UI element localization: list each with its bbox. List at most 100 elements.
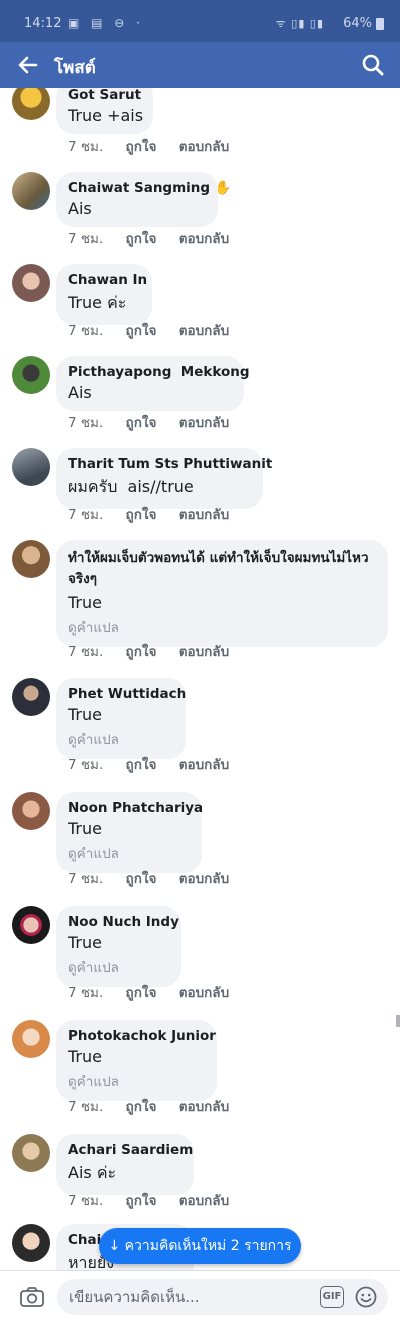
like-button[interactable]: ถูกใจ	[126, 1099, 157, 1115]
scrollbar-thumb[interactable]	[396, 1015, 400, 1027]
wave-hand-icon: ✋	[214, 180, 232, 196]
see-translation-link[interactable]: ดูคำแปล	[68, 842, 190, 864]
comment-bubble[interactable]: ทำให้ผมเจ็บตัวพอทนได้ แต่ทำให้เจ็บใจผมทน…	[56, 540, 388, 647]
reply-button[interactable]: ตอบกลับ	[179, 415, 229, 431]
comment-author[interactable]: Phet Wuttidach	[68, 686, 186, 702]
avatar[interactable]	[12, 540, 50, 578]
like-button[interactable]: ถูกใจ	[126, 985, 157, 1001]
comment-author[interactable]: Tharit Tum Sts Phuttiwanit	[68, 456, 272, 472]
reply-button[interactable]: ตอบกลับ	[179, 231, 229, 247]
see-translation-link[interactable]: ดูคำแปล	[68, 616, 376, 638]
avatar[interactable]	[12, 1224, 50, 1262]
comment-meta: 7 ชม. ถูกใจ ตอบกลับ	[68, 1189, 247, 1211]
like-button[interactable]: ถูกใจ	[126, 507, 157, 523]
comment-meta: 7 ชม. ถูกใจ ตอบกลับ	[68, 319, 247, 341]
like-button[interactable]: ถูกใจ	[126, 644, 157, 660]
comment-time: 7 ชม.	[68, 507, 104, 523]
comment-bubble[interactable]: Chaiwat Sangming ✋ Ais	[56, 172, 232, 227]
comment-time: 7 ชม.	[68, 231, 104, 247]
comment-author[interactable]: Achari Saardiem	[68, 1142, 193, 1158]
like-button[interactable]: ถูกใจ	[126, 415, 157, 431]
avatar[interactable]	[12, 356, 50, 394]
comment-bubble[interactable]: Achari Saardiem Ais ค่ะ	[56, 1134, 194, 1195]
battery-percent: 64%	[343, 16, 372, 31]
reply-button[interactable]: ตอบกลับ	[179, 871, 229, 887]
avatar[interactable]	[12, 448, 50, 486]
status-bar: 14:12 ▣ ▤ ⊖ · ᯤ ▯▮ ▯▮ 64%	[0, 0, 400, 42]
comment-author[interactable]: ทำให้ผมเจ็บตัวพอทนได้ แต่ทำให้เจ็บใจผมทน…	[68, 548, 376, 590]
page-title: โพสต์	[54, 58, 96, 78]
reply-button[interactable]: ตอบกลับ	[179, 507, 229, 523]
gif-button[interactable]: GIF	[320, 1286, 344, 1308]
camera-icon[interactable]	[20, 1287, 44, 1307]
comment-bubble[interactable]: Noon Phatchariya True ดูคำแปล	[56, 792, 203, 873]
avatar[interactable]	[12, 88, 50, 120]
comment-text: True	[68, 933, 102, 952]
like-button[interactable]: ถูกใจ	[126, 139, 157, 155]
comment-meta: 7 ชม. ถูกใจ ตอบกลับ	[68, 640, 247, 662]
back-arrow-icon[interactable]	[18, 55, 38, 75]
status-time: 14:12	[24, 16, 62, 31]
comment-bubble[interactable]: Tharit Tum Sts Phuttiwanit ผมครับ ais//t…	[56, 448, 272, 509]
avatar[interactable]	[12, 906, 50, 944]
like-button[interactable]: ถูกใจ	[126, 231, 157, 247]
comment-time: 7 ชม.	[68, 757, 104, 773]
notification-icons: ▣ ▤ ⊖ ·	[68, 16, 144, 30]
comment-author[interactable]: Photokachok Junior	[68, 1028, 216, 1044]
comment-bubble[interactable]: Noo Nuch Indy True ดูคำแปล	[56, 906, 181, 987]
avatar[interactable]	[12, 172, 50, 210]
emoji-icon[interactable]	[355, 1286, 377, 1308]
signal-icons: ᯤ ▯▮ ▯▮	[275, 17, 324, 30]
comment-text: Ais	[68, 199, 92, 218]
reply-button[interactable]: ตอบกลับ	[179, 139, 229, 155]
comment-meta: 7 ชม. ถูกใจ ตอบกลับ	[68, 867, 247, 889]
comment-author[interactable]: Got Sarut	[68, 88, 141, 103]
comment-input[interactable]	[69, 1286, 309, 1308]
comment-meta: 7 ชม. ถูกใจ ตอบกลับ	[68, 503, 247, 525]
comment-author[interactable]: Noo Nuch Indy	[68, 914, 179, 930]
reply-button[interactable]: ตอบกลับ	[179, 985, 229, 1001]
comment-bubble[interactable]: Picthayapong Mekkong Ais	[56, 356, 250, 411]
avatar[interactable]	[12, 1134, 50, 1172]
comment-author[interactable]: Chaiwat Sangming ✋	[68, 180, 232, 196]
comment-bubble[interactable]: Got Sarut True +ais	[56, 88, 153, 134]
reply-button[interactable]: ตอบกลับ	[179, 757, 229, 773]
comment-time: 7 ชม.	[68, 1193, 104, 1209]
reply-button[interactable]: ตอบกลับ	[179, 644, 229, 660]
reply-button[interactable]: ตอบกลับ	[179, 1099, 229, 1115]
reply-button[interactable]: ตอบกลับ	[179, 323, 229, 339]
avatar[interactable]	[12, 678, 50, 716]
see-translation-link[interactable]: ดูคำแปล	[68, 956, 169, 978]
like-button[interactable]: ถูกใจ	[126, 1193, 157, 1209]
comment-input-box[interactable]: GIF	[57, 1279, 388, 1315]
avatar[interactable]	[12, 264, 50, 302]
comment-meta: 7 ชม. ถูกใจ ตอบกลับ	[68, 1095, 247, 1117]
comment-author[interactable]: Noon Phatchariya	[68, 800, 203, 816]
like-button[interactable]: ถูกใจ	[126, 323, 157, 339]
reply-button[interactable]: ตอบกลับ	[179, 1193, 229, 1209]
battery-icon	[376, 18, 384, 30]
comment-meta: 7 ชม. ถูกใจ ตอบกลับ	[68, 135, 247, 157]
comment-author[interactable]: Picthayapong Mekkong	[68, 364, 250, 380]
comment-author[interactable]: Chawan In	[68, 272, 147, 288]
see-translation-link[interactable]: ดูคำแปล	[68, 728, 174, 750]
comment-text: True	[68, 819, 102, 838]
comment-meta: 7 ชม. ถูกใจ ตอบกลับ	[68, 227, 247, 249]
comment-text: True	[68, 1047, 102, 1066]
comment-author-name[interactable]: Chaiwat Sangming	[68, 180, 210, 196]
like-button[interactable]: ถูกใจ	[126, 871, 157, 887]
avatar[interactable]	[12, 792, 50, 830]
new-comments-button[interactable]: ↓ ความคิดเห็นใหม่ 2 รายการ	[99, 1228, 301, 1264]
comment-meta: 7 ชม. ถูกใจ ตอบกลับ	[68, 411, 247, 433]
comment-time: 7 ชม.	[68, 139, 104, 155]
comment-time: 7 ชม.	[68, 1099, 104, 1115]
comments-list[interactable]: Got Sarut True +ais 7 ชม. ถูกใจ ตอบกลับ …	[0, 88, 400, 1270]
comment-bubble[interactable]: Chawan In True ค่ะ	[56, 264, 152, 325]
avatar[interactable]	[12, 1020, 50, 1058]
like-button[interactable]: ถูกใจ	[126, 757, 157, 773]
see-translation-link[interactable]: ดูคำแปล	[68, 1070, 205, 1092]
comment-bubble[interactable]: Photokachok Junior True ดูคำแปล	[56, 1020, 217, 1101]
comment-time: 7 ชม.	[68, 323, 104, 339]
comment-bubble[interactable]: Phet Wuttidach True ดูคำแปล	[56, 678, 186, 759]
search-icon[interactable]	[362, 54, 384, 76]
